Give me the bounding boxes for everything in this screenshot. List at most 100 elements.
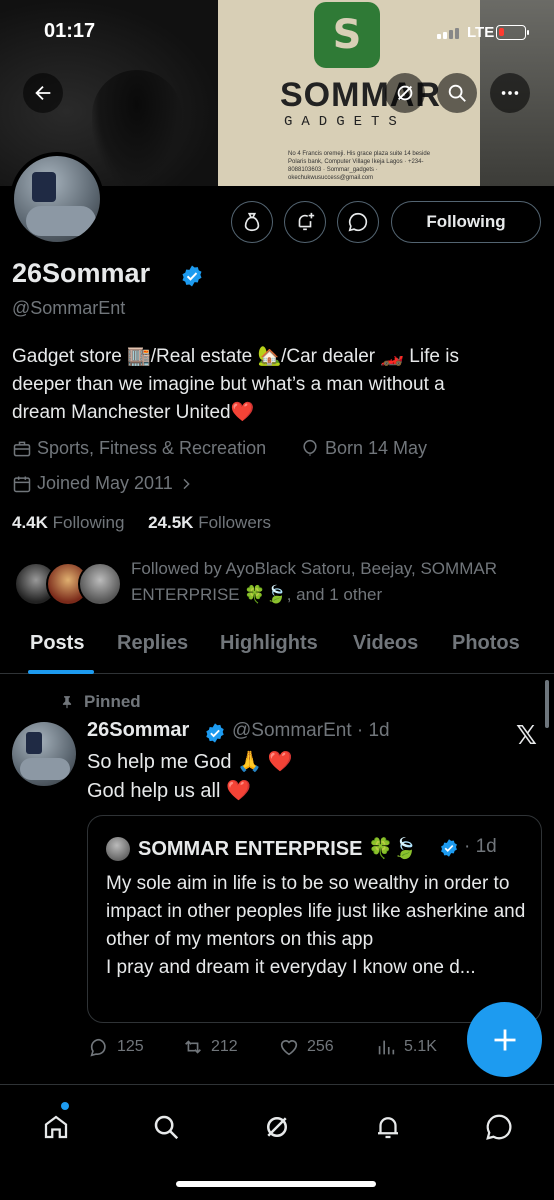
plus-icon	[494, 1029, 515, 1050]
avatar-legs	[26, 206, 96, 236]
birthday-text: Born 14 May	[325, 438, 428, 458]
balloon-icon	[303, 439, 317, 456]
quote-text-body: My sole aim in life is to be so wealthy …	[106, 873, 526, 950]
profile-bio: Gadget store 🏬/Real estate 🏡/Car dealer …	[12, 343, 542, 427]
more-icon	[501, 91, 519, 95]
tab-replies[interactable]: Replies	[117, 632, 188, 655]
quote-text: My sole aim in life is to be so wealthy …	[106, 870, 526, 982]
category-text: Sports, Fitness & Recreation	[37, 438, 267, 458]
notifications-icon	[378, 1117, 398, 1139]
scrollbar[interactable]	[545, 680, 549, 728]
profile-display-name: 26Sommar	[12, 258, 151, 288]
quote-text-body: I pray and dream it everyday I know one …	[106, 957, 476, 978]
follower-avatar[interactable]	[78, 562, 122, 606]
views-count: 5.1K	[404, 1038, 437, 1055]
joined-text: Joined May 2011	[37, 473, 173, 493]
more-button[interactable]	[490, 73, 530, 113]
profile-joined[interactable]: Joined May 2011	[12, 473, 194, 494]
post-author-avatar[interactable]	[12, 722, 76, 786]
compose-button[interactable]	[467, 1002, 542, 1077]
heart-icon	[280, 1040, 298, 1056]
network-label: LTE	[467, 24, 495, 41]
moneybag-icon	[244, 212, 260, 232]
home-unread-dot	[61, 1102, 69, 1110]
search-icon	[448, 84, 466, 102]
verified-badge-icon	[206, 723, 224, 743]
post-text-line: God help us all ❤️	[87, 780, 251, 802]
quote-author-avatar	[106, 837, 130, 861]
following-link[interactable]: 4.4K Following	[12, 513, 124, 532]
x-logo-icon: 𝕏	[516, 720, 537, 750]
reply-icon	[90, 1038, 106, 1057]
views-icon	[378, 1040, 395, 1055]
profile-category: Sports, Fitness & Recreation	[12, 438, 266, 459]
brand-logo: S	[314, 2, 380, 68]
profile-tabs: Posts Replies Highlights Videos Photos	[0, 624, 554, 674]
repost-count: 212	[211, 1038, 238, 1055]
avatar-shirt	[32, 172, 56, 202]
tab-highlights[interactable]: Highlights	[220, 632, 318, 655]
repost-icon	[185, 1040, 201, 1054]
nav-notifications[interactable]	[366, 1105, 410, 1149]
home-indicator[interactable]	[176, 1181, 376, 1187]
tab-posts[interactable]: Posts	[30, 632, 84, 655]
following-button[interactable]: Following	[391, 201, 541, 243]
post-author-name[interactable]: 26Sommar	[87, 719, 189, 742]
following-count: 4.4K	[12, 513, 48, 532]
message-button[interactable]	[337, 201, 379, 243]
battery-icon	[496, 25, 529, 40]
like-count: 256	[307, 1038, 334, 1055]
quoted-post[interactable]: SOMMAR ENTERPRISE 🍀🍃 · 1d My sole aim in…	[87, 815, 542, 1023]
messages-icon	[486, 1114, 512, 1140]
repost-button[interactable]: 212	[182, 1036, 238, 1058]
views-button[interactable]: 5.1K	[375, 1036, 437, 1058]
signal-icon	[437, 28, 459, 39]
banner-person-silhouette	[92, 70, 182, 186]
followers-count: 24.5K	[148, 513, 194, 532]
tip-button[interactable]	[231, 201, 273, 243]
search-button[interactable]	[437, 73, 477, 113]
nav-messages[interactable]	[477, 1105, 521, 1149]
pin-icon	[62, 696, 72, 709]
reply-count: 125	[117, 1038, 144, 1055]
home-icon	[44, 1115, 68, 1139]
followers-label: Followers	[198, 513, 271, 532]
arrow-left-icon	[35, 85, 51, 101]
battery-fill	[499, 28, 504, 36]
quote-author-name: SOMMAR ENTERPRISE 🍀🍃	[138, 838, 418, 860]
post-text: So help me God 🙏 ❤️ God help us all ❤️	[87, 748, 292, 806]
nav-grok[interactable]	[255, 1105, 299, 1149]
chat-bubble-icon	[348, 212, 368, 232]
bio-line: Gadget store 🏬/Real estate 🏡/Car dealer …	[12, 346, 459, 367]
quote-time: · 1d	[464, 836, 497, 857]
post-author-handle: @SommarEnt · 1d	[232, 720, 390, 741]
subscribe-notifications-button[interactable]	[284, 201, 326, 243]
followed-by-text[interactable]: Followed by AyoBlack Satoru, Beejay, SOM…	[131, 556, 546, 608]
back-button[interactable]	[23, 73, 63, 113]
avatar-shirt	[26, 732, 42, 754]
tab-videos[interactable]: Videos	[353, 632, 418, 655]
grok-icon	[397, 85, 413, 101]
grok-button[interactable]	[385, 73, 425, 113]
followers-link[interactable]: 24.5K Followers	[148, 513, 271, 532]
search-icon	[154, 1115, 179, 1140]
profile-avatar[interactable]	[10, 152, 104, 246]
profile-birthday: Born 14 May	[300, 438, 427, 459]
pinned-label: Pinned	[60, 692, 141, 712]
pinned-text: Pinned	[84, 692, 141, 711]
nav-home[interactable]	[34, 1105, 78, 1149]
bell-plus-icon	[298, 212, 315, 231]
banner-brand-sub: GADGETS	[284, 114, 406, 130]
verified-badge-icon	[182, 265, 202, 287]
bio-line: dream Manchester United❤️	[12, 402, 255, 423]
banner-address: No 4 Francis oremeji. His grace plaza su…	[288, 151, 431, 181]
status-time: 01:17	[44, 20, 96, 42]
like-button[interactable]: 256	[278, 1036, 334, 1058]
tab-photos[interactable]: Photos	[452, 632, 520, 655]
chevron-right-icon	[183, 478, 190, 489]
post-text-line: So help me God 🙏 ❤️	[87, 751, 293, 773]
nav-search[interactable]	[144, 1105, 188, 1149]
reply-button[interactable]: 125	[88, 1036, 144, 1058]
verified-badge-icon	[441, 839, 457, 857]
active-tab-indicator	[28, 670, 94, 674]
